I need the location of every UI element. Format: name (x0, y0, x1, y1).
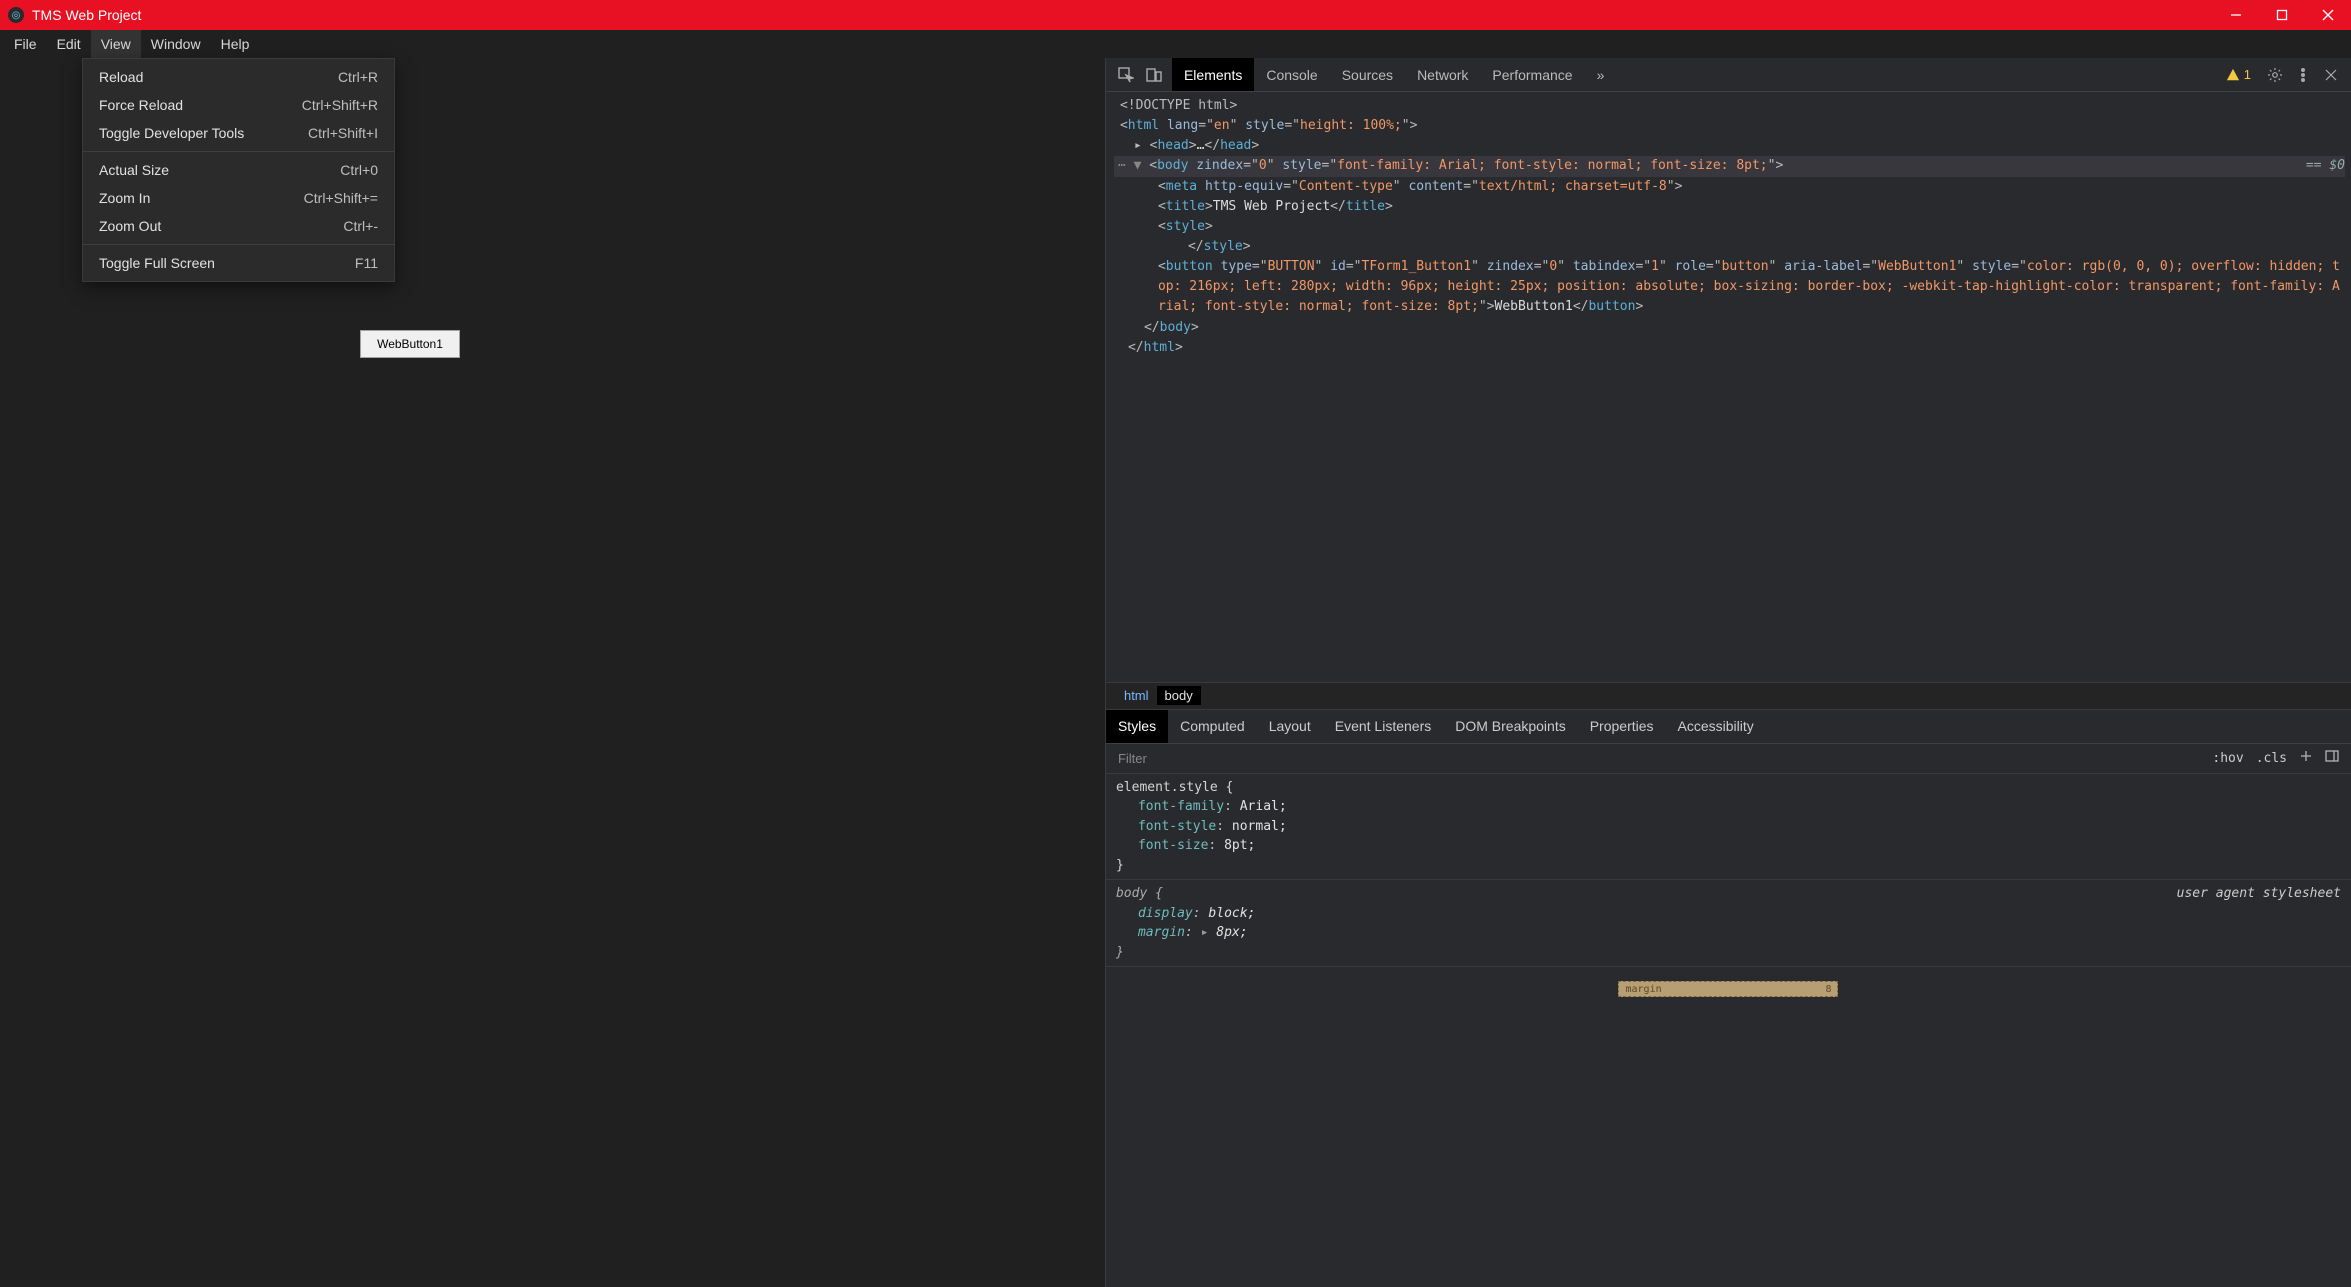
breadcrumb: html body (1106, 682, 2351, 710)
web-button-1[interactable]: WebButton1 (360, 330, 460, 358)
styles-filter-input[interactable] (1112, 747, 2206, 770)
app-icon: ◎ (8, 7, 24, 23)
dom-doctype: <!DOCTYPE html> (1120, 98, 1237, 113)
subtab-event-listeners[interactable]: Event Listeners (1323, 710, 1444, 743)
styles-subtabs: Styles Computed Layout Event Listeners D… (1106, 710, 2351, 744)
view-dropdown: ReloadCtrl+R Force ReloadCtrl+Shift+R To… (82, 58, 395, 282)
inspect-icon[interactable] (1112, 64, 1140, 86)
menu-help[interactable]: Help (211, 30, 260, 58)
menubar: File Edit View Window Help (0, 30, 2351, 58)
toggle-sidebar-icon[interactable] (2319, 749, 2345, 767)
menu-edit[interactable]: Edit (47, 30, 91, 58)
subtab-accessibility[interactable]: Accessibility (1666, 710, 1766, 743)
ua-stylesheet-label: user agent stylesheet (2177, 884, 2341, 904)
menu-view[interactable]: View (91, 30, 141, 58)
styles-filterbar: :hov .cls (1106, 744, 2351, 774)
maximize-button[interactable] (2259, 0, 2305, 30)
devtools-close-icon[interactable] (2317, 67, 2345, 83)
dom-title[interactable]: <title>TMS Web Project</title> (1114, 197, 2345, 217)
crumb-html[interactable]: html (1116, 686, 1157, 705)
styles-panel[interactable]: element.style { font-family: Arial; font… (1106, 774, 2351, 1287)
devtools: Elements Console Sources Network Perform… (1105, 58, 2351, 1287)
devtools-toolbar: Elements Console Sources Network Perform… (1106, 58, 2351, 92)
subtab-dom-breakpoints[interactable]: DOM Breakpoints (1443, 710, 1577, 743)
dom-body-open[interactable]: ⋯ ▼ <body zindex="0" style="font-family:… (1114, 156, 2345, 176)
tab-sources[interactable]: Sources (1330, 58, 1405, 91)
menu-separator (83, 151, 394, 152)
tab-network[interactable]: Network (1405, 58, 1480, 91)
tab-more[interactable]: » (1585, 58, 1617, 91)
box-model: margin8 (1106, 967, 2351, 997)
dom-button[interactable]: <button type="BUTTON" id="TForm1_Button1… (1114, 257, 2345, 317)
cls-toggle[interactable]: .cls (2250, 751, 2293, 766)
dom-html-open[interactable]: <html lang="en" style="height: 100%;"> (1114, 116, 2345, 136)
menu-toggle-fullscreen[interactable]: Toggle Full ScreenF11 (83, 249, 394, 277)
selected-indicator: == $0 (2306, 156, 2345, 176)
elements-tree[interactable]: <!DOCTYPE html> <html lang="en" style="h… (1106, 92, 2351, 682)
tab-console[interactable]: Console (1254, 58, 1329, 91)
style-rule-element[interactable]: element.style { font-family: Arial; font… (1106, 774, 2351, 881)
menu-separator (83, 244, 394, 245)
device-toggle-icon[interactable] (1140, 64, 1168, 86)
gear-icon[interactable] (2261, 67, 2289, 83)
menu-actual-size[interactable]: Actual SizeCtrl+0 (83, 156, 394, 184)
dom-style-open[interactable]: <style> (1114, 217, 2345, 237)
app-viewport: ReloadCtrl+R Force ReloadCtrl+Shift+R To… (0, 58, 1105, 1287)
subtab-styles[interactable]: Styles (1106, 710, 1168, 743)
dom-meta[interactable]: <meta http-equiv="Content-type" content=… (1114, 177, 2345, 197)
dom-head[interactable]: ▸ <head>…</head> (1114, 136, 2345, 156)
warnings-badge[interactable]: 1 (2226, 67, 2251, 82)
crumb-body[interactable]: body (1157, 686, 1201, 705)
menu-file[interactable]: File (4, 30, 47, 58)
dom-html-close[interactable]: </html> (1114, 338, 2345, 358)
dom-body-close[interactable]: </body> (1114, 318, 2345, 338)
kebab-icon[interactable] (2289, 67, 2317, 83)
style-rule-body[interactable]: user agent stylesheet body { display: bl… (1106, 880, 2351, 967)
hov-toggle[interactable]: :hov (2206, 751, 2249, 766)
menu-force-reload[interactable]: Force ReloadCtrl+Shift+R (83, 91, 394, 119)
dom-style-close[interactable]: </style> (1114, 237, 2345, 257)
minimize-button[interactable] (2213, 0, 2259, 30)
menu-reload[interactable]: ReloadCtrl+R (83, 63, 394, 91)
subtab-layout[interactable]: Layout (1257, 710, 1323, 743)
subtab-properties[interactable]: Properties (1578, 710, 1666, 743)
menu-zoom-out[interactable]: Zoom OutCtrl+- (83, 212, 394, 240)
titlebar: ◎ TMS Web Project (0, 0, 2351, 30)
tab-performance[interactable]: Performance (1480, 58, 1584, 91)
new-style-rule-icon[interactable] (2293, 749, 2319, 767)
menu-toggle-devtools[interactable]: Toggle Developer ToolsCtrl+Shift+I (83, 119, 394, 147)
window-title: TMS Web Project (32, 7, 2213, 23)
tab-elements[interactable]: Elements (1172, 58, 1254, 91)
close-button[interactable] (2305, 0, 2351, 30)
menu-zoom-in[interactable]: Zoom InCtrl+Shift+= (83, 184, 394, 212)
menu-window[interactable]: Window (141, 30, 211, 58)
subtab-computed[interactable]: Computed (1168, 710, 1257, 743)
